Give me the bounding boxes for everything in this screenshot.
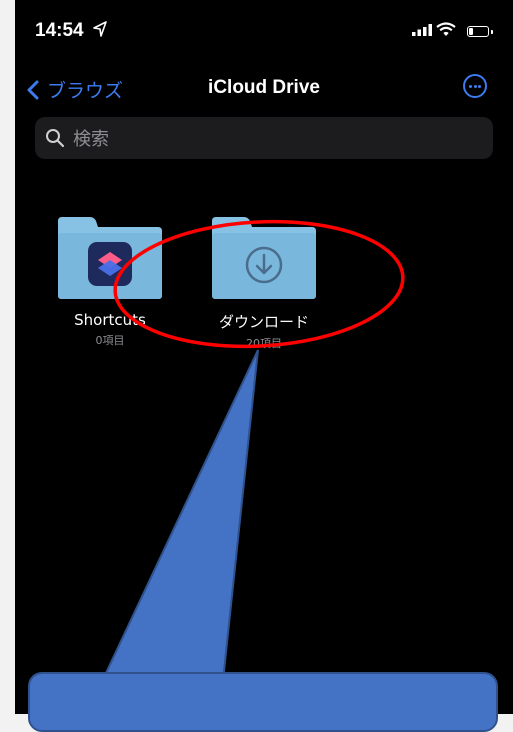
folder-name: ダウンロード xyxy=(218,313,309,331)
wifi-icon xyxy=(436,22,456,36)
status-time: 14:54 xyxy=(35,20,84,41)
status-bar: 14:54 xyxy=(15,0,513,60)
folder-count: 0項目 xyxy=(95,334,125,347)
folder-icon xyxy=(58,215,162,299)
shortcuts-app-icon xyxy=(88,242,132,286)
search-bar[interactable] xyxy=(35,117,493,159)
search-icon xyxy=(46,129,65,148)
folder-icon xyxy=(212,215,316,299)
callout-box xyxy=(28,672,498,732)
folder-name: Shortcuts xyxy=(74,311,146,329)
battery-icon xyxy=(467,26,493,37)
navigation-bar: ブラウズ iCloud Drive xyxy=(15,70,513,110)
signal-icon xyxy=(412,24,432,36)
folder-item-downloads[interactable]: ダウンロード 20項目 xyxy=(199,215,329,351)
page-title: iCloud Drive xyxy=(208,77,320,98)
phone-screen: 14:54 ブラウズ iCloud Drive Shortcuts 0項目 xyxy=(15,0,513,714)
folder-count: 20項目 xyxy=(246,337,282,350)
location-arrow-icon xyxy=(93,21,107,37)
more-icon[interactable] xyxy=(463,74,487,98)
folder-item-shortcuts[interactable]: Shortcuts 0項目 xyxy=(45,215,175,348)
download-icon xyxy=(245,246,283,284)
search-input[interactable] xyxy=(71,124,475,154)
